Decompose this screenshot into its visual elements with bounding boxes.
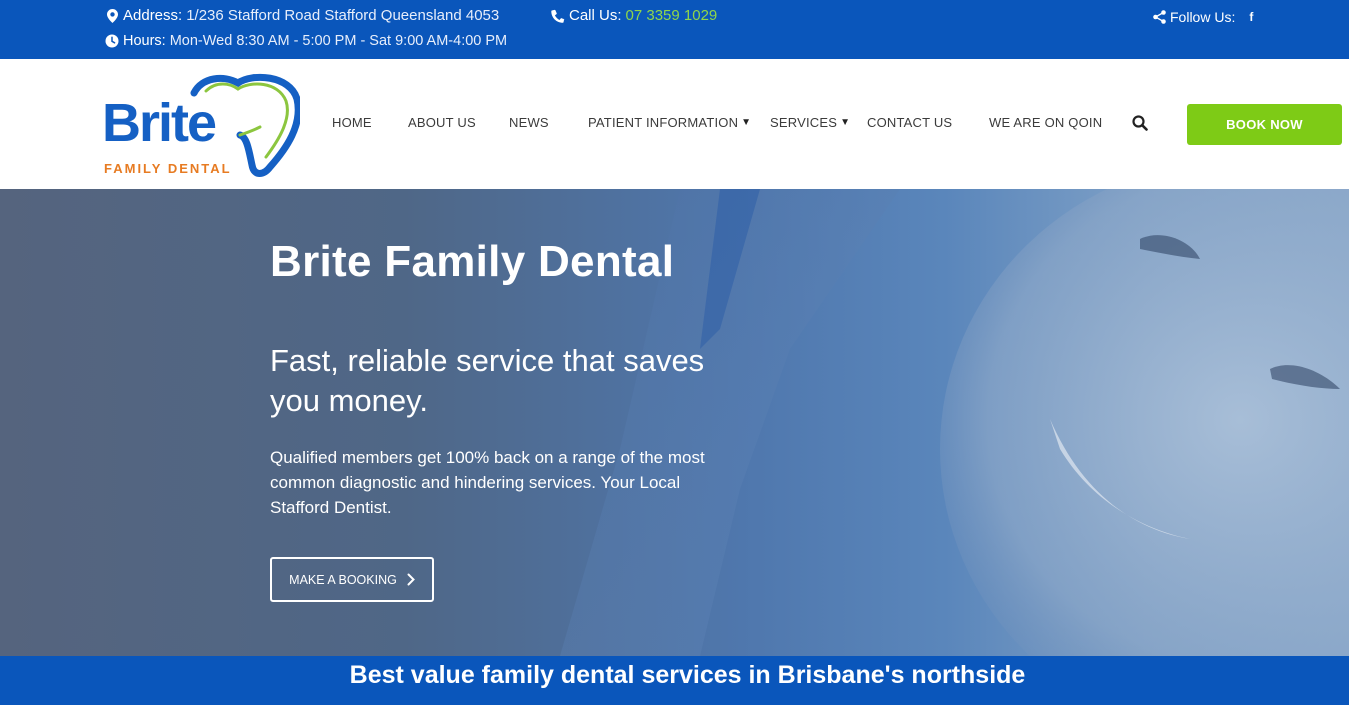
caret-down-icon: ▼ bbox=[840, 117, 851, 128]
facebook-icon[interactable]: f bbox=[1249, 10, 1253, 24]
phone-link[interactable]: 07 3359 1029 bbox=[626, 7, 718, 24]
nav-we-are-on-qoin-label: WE ARE ON QOIN bbox=[989, 115, 1103, 130]
share-icon bbox=[1152, 10, 1166, 24]
hero-subtitle: Fast, reliable service that saves you mo… bbox=[270, 343, 705, 418]
chevron-right-icon bbox=[407, 573, 415, 586]
address-line: Address: 1/236 Stafford Road Stafford Qu… bbox=[105, 7, 499, 24]
call-line: Call Us: 07 3359 1029 bbox=[551, 7, 717, 24]
make-a-booking-button[interactable]: MAKE A BOOKING bbox=[270, 557, 434, 602]
address-value: 1/236 Stafford Road Stafford Queensland … bbox=[186, 7, 500, 24]
hours-line: Hours: Mon-Wed 8:30 AM - 5:00 PM - Sat 9… bbox=[105, 33, 507, 49]
nav-patient-information[interactable]: PATIENT INFORMATION ▼ bbox=[588, 115, 751, 130]
hero-background-image bbox=[560, 189, 1349, 656]
clock-icon bbox=[105, 34, 119, 48]
brite-logo[interactable]: Brite FAMILY DENTAL bbox=[100, 73, 300, 177]
site-header: Brite FAMILY DENTAL HOME ABOUT US NEWS P… bbox=[0, 59, 1349, 189]
nav-services[interactable]: SERVICES ▼ bbox=[770, 115, 850, 130]
phone-icon bbox=[551, 9, 565, 23]
nav-patient-information-label: PATIENT INFORMATION bbox=[588, 115, 739, 130]
map-marker-icon bbox=[105, 8, 119, 23]
make-a-booking-label: MAKE A BOOKING bbox=[289, 572, 397, 587]
hours-label: Hours: bbox=[123, 33, 166, 49]
nav-news-label: NEWS bbox=[509, 115, 549, 130]
nav-about-us-label: ABOUT US bbox=[408, 115, 476, 130]
hero-banner: Brite Family Dental Fast, reliable servi… bbox=[0, 189, 1349, 656]
book-now-button[interactable]: BOOK NOW bbox=[1187, 104, 1342, 145]
address-label: Address: bbox=[123, 7, 183, 24]
caret-down-icon: ▼ bbox=[741, 117, 752, 128]
hours-value: Mon-Wed 8:30 AM - 5:00 PM - Sat 9:00 AM-… bbox=[169, 33, 508, 49]
top-info-bar: Address: 1/236 Stafford Road Stafford Qu… bbox=[0, 0, 1349, 59]
nav-home[interactable]: HOME bbox=[332, 115, 372, 130]
follow-label: Follow Us: bbox=[1170, 9, 1236, 25]
nav-contact-us[interactable]: CONTACT US bbox=[867, 115, 952, 130]
nav-contact-us-label: CONTACT US bbox=[867, 115, 953, 130]
tagline-band: Best value family dental services in Bri… bbox=[0, 656, 1349, 705]
logo-subtitle: FAMILY DENTAL bbox=[104, 161, 232, 176]
nav-about-us[interactable]: ABOUT US bbox=[408, 115, 476, 130]
follow-line: Follow Us: f bbox=[1152, 9, 1253, 25]
search-icon[interactable] bbox=[1132, 115, 1150, 133]
logo-wordmark: Brite bbox=[102, 93, 217, 153]
hero-title: Brite Family Dental bbox=[270, 237, 675, 286]
nav-services-label: SERVICES bbox=[770, 115, 838, 130]
tagline-text: Best value family dental services in Bri… bbox=[349, 661, 1026, 689]
nav-home-label: HOME bbox=[332, 115, 372, 130]
call-label: Call Us: bbox=[569, 7, 622, 24]
nav-we-are-on-qoin[interactable]: WE ARE ON QOIN bbox=[989, 115, 1102, 130]
nav-news[interactable]: NEWS bbox=[509, 115, 549, 130]
hero-description: Qualified members get 100% back on a ran… bbox=[270, 448, 705, 517]
